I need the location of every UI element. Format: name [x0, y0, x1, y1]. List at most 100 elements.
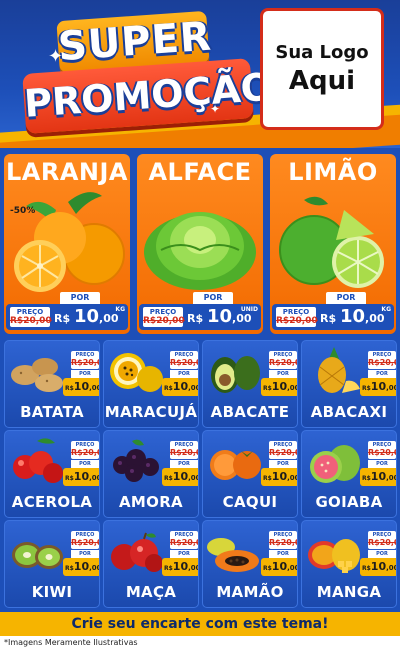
por-label: POR: [170, 460, 198, 468]
product-name: MAÇA: [125, 583, 177, 601]
price-integer: 10: [172, 470, 189, 483]
product-card[interactable]: PREÇO R$20,00 POR R$10,00 ABACATE: [202, 340, 298, 428]
product-card[interactable]: PREÇO R$20,00 POR R$10,00 KIWI: [4, 520, 100, 608]
por-label: POR: [269, 460, 297, 468]
price-integer: 10: [172, 380, 189, 393]
currency-symbol: R$: [164, 565, 173, 572]
currency-symbol: R$: [65, 475, 74, 482]
old-price-box: PREÇO R$20,00: [269, 531, 297, 549]
price-cents: ,00: [232, 312, 252, 325]
old-price-box: PREÇO R$20,00: [276, 307, 318, 327]
new-price: R$ 10,00: [54, 306, 119, 328]
product-name: MARACUJÁ: [104, 403, 198, 421]
discount-badge: -50%: [10, 206, 36, 216]
price-strip: PREÇO R$20,00 R$ 10,00 UNID: [139, 304, 261, 330]
old-price-box: PREÇO R$20,00: [10, 307, 52, 327]
currency-symbol: R$: [65, 385, 74, 392]
header-banner: SUPER PROMOÇÃO ✦ ✦ Sua Logo Aqui: [0, 0, 400, 148]
currency-symbol: R$: [65, 565, 74, 572]
price-tag: PREÇO R$20,00 POR R$10,00: [63, 351, 99, 399]
unit-label: KG: [115, 306, 125, 313]
product-card[interactable]: PREÇO R$20,00 POR R$10,00 ACEROLA: [4, 430, 100, 518]
persimmon-icon: [205, 435, 265, 487]
store-logo-placeholder[interactable]: Sua Logo Aqui: [260, 8, 384, 130]
old-price-box: PREÇO R$20,00: [269, 351, 297, 369]
new-price: R$10,00: [162, 378, 198, 396]
old-price: R$20,00: [269, 448, 297, 457]
currency-symbol: R$: [362, 475, 371, 482]
price-tag: PREÇO R$20,00 POR R$10,00: [162, 441, 198, 489]
product-name: BATATA: [20, 403, 84, 421]
cta-banner[interactable]: Crie seu encarte com este tema!: [0, 612, 400, 636]
sparkle-icon: ✦: [210, 102, 221, 116]
product-card[interactable]: PREÇO R$20,00 POR R$10,00 MAMÃO: [202, 520, 298, 608]
price-integer: 10: [271, 470, 288, 483]
product-card[interactable]: PREÇO R$20,00 POR R$10,00 AMORA: [103, 430, 199, 518]
price-cents: ,00: [188, 474, 198, 482]
new-price: R$10,00: [63, 378, 99, 396]
por-label: POR: [269, 550, 297, 558]
old-price-box: PREÇO R$20,00: [368, 531, 396, 549]
logo-text-line1: Sua Logo: [275, 42, 369, 63]
unit-label: KG: [381, 306, 391, 313]
product-card[interactable]: PREÇO R$20,00 POR R$10,00 MARACUJÁ: [103, 340, 199, 428]
price-integer: 10: [370, 470, 387, 483]
product-name: CAQUI: [222, 493, 278, 511]
old-price: R$20,00: [368, 358, 396, 367]
blackberry-icon: [106, 435, 166, 487]
featured-card[interactable]: ALFACE POR PREÇO R$20,00 R$ 10,00 UNID: [137, 154, 263, 334]
price-integer: 10: [73, 306, 100, 327]
price-tag: PREÇO R$20,00 POR R$10,00: [261, 441, 297, 489]
old-price: R$20,00: [10, 316, 52, 326]
product-name: KIWI: [31, 583, 73, 601]
price-tag: PREÇO R$20,00 POR R$10,00: [360, 441, 396, 489]
old-price: R$20,00: [143, 316, 185, 326]
disclaimer-text: *Imagens Meramente Ilustrativas: [4, 638, 138, 647]
old-price: R$20,00: [170, 448, 198, 457]
old-price: R$20,00: [368, 448, 396, 457]
promocao-title-text: PROMOÇÃO: [22, 64, 275, 126]
old-price: R$20,00: [269, 538, 297, 547]
price-tag: PREÇO R$20,00 POR R$10,00: [162, 351, 198, 399]
price-integer: 10: [271, 560, 288, 573]
featured-card[interactable]: LIMÃO POR PREÇO R$20,00 R$ 10,00 KG: [270, 154, 396, 334]
price-cents: ,00: [386, 474, 396, 482]
featured-card[interactable]: LARANJA -50% POR PREÇO R$20,00 R$ 10,00: [4, 154, 130, 334]
product-card[interactable]: PREÇO R$20,00 POR R$10,00 MAÇA: [103, 520, 199, 608]
old-price-box: PREÇO R$20,00: [71, 351, 99, 369]
por-label: POR: [60, 292, 100, 304]
new-price: R$10,00: [63, 558, 99, 576]
product-card[interactable]: PREÇO R$20,00 POR R$10,00 MANGA: [301, 520, 397, 608]
old-price-box: PREÇO R$20,00: [368, 441, 396, 459]
old-price-box: PREÇO R$20,00: [269, 441, 297, 459]
price-tag: PREÇO R$20,00 POR R$10,00: [261, 351, 297, 399]
old-price-box: PREÇO R$20,00: [368, 351, 396, 369]
product-name: MAMÃO: [216, 583, 284, 601]
product-card[interactable]: PREÇO R$20,00 POR R$10,00 ABACAXI: [301, 340, 397, 428]
product-card[interactable]: PREÇO R$20,00 POR R$10,00 GOIABA: [301, 430, 397, 518]
product-name: LARANJA: [5, 158, 128, 186]
price-tag: PREÇO R$20,00 POR R$10,00: [63, 531, 99, 579]
price-integer: 10: [172, 560, 189, 573]
old-price: R$20,00: [71, 358, 99, 367]
por-label: POR: [71, 550, 99, 558]
old-price: R$20,00: [276, 316, 318, 326]
old-price: R$20,00: [71, 538, 99, 547]
price-tag: PREÇO R$20,00 POR R$10,00: [162, 531, 198, 579]
price-panel: POR PREÇO R$20,00 R$ 10,00 KG: [6, 292, 128, 332]
product-card[interactable]: PREÇO R$20,00 POR R$10,00 BATATA: [4, 340, 100, 428]
currency-symbol: R$: [362, 565, 371, 572]
new-price: R$10,00: [261, 558, 297, 576]
por-label: POR: [326, 292, 366, 304]
new-price: R$ 10,00: [320, 306, 385, 328]
currency-symbol: R$: [263, 475, 272, 482]
papaya-icon: [205, 525, 265, 577]
price-panel: POR PREÇO R$20,00 R$ 10,00 UNID: [139, 292, 261, 332]
old-price-box: PREÇO R$20,00: [143, 307, 185, 327]
old-price-box: PREÇO R$20,00: [71, 441, 99, 459]
product-card[interactable]: PREÇO R$20,00 POR R$10,00 CAQUI: [202, 430, 298, 518]
preco-label: PREÇO: [149, 308, 177, 316]
por-label: POR: [368, 550, 396, 558]
new-price: R$10,00: [360, 378, 396, 396]
price-integer: 10: [370, 560, 387, 573]
